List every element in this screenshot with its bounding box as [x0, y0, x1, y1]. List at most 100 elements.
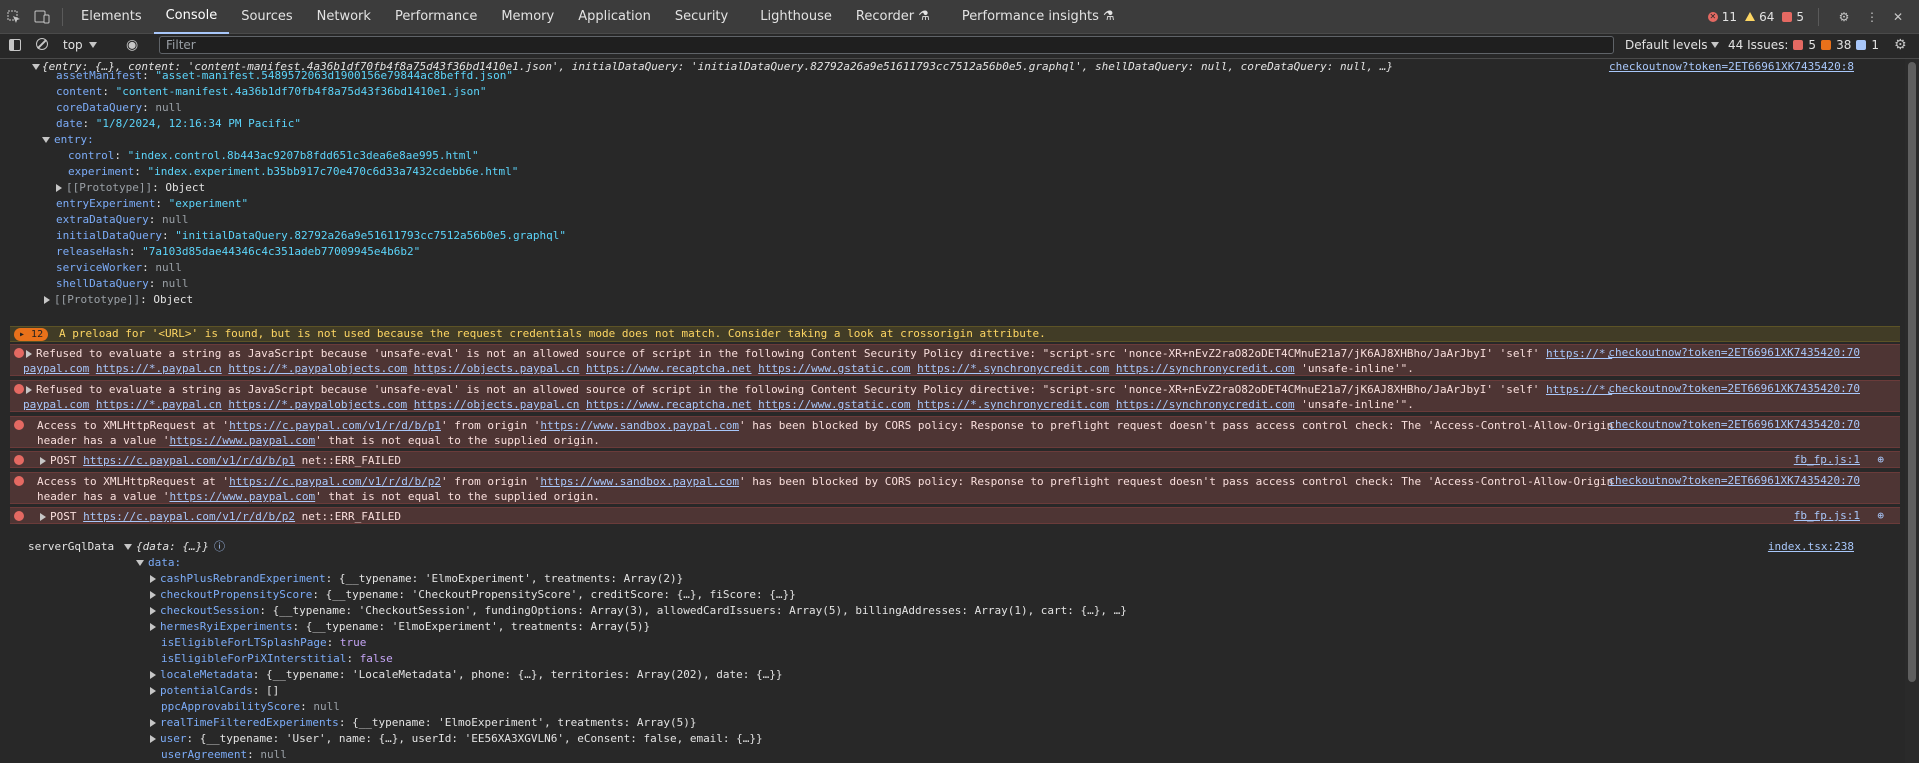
console-settings-gear-icon[interactable]: ⚙	[1894, 37, 1907, 53]
context-selector[interactable]: top	[63, 38, 101, 52]
warning-counter[interactable]: 64	[1745, 10, 1774, 24]
collapsed-triangle-icon[interactable]	[56, 184, 62, 192]
issues-summary[interactable]: 44 Issues: 5 38 1	[1728, 38, 1879, 52]
network-error-row[interactable]: POST https://c.paypal.com/v1/r/d/b/p1 ne…	[10, 451, 1900, 468]
expanded-triangle-icon[interactable]	[42, 137, 50, 143]
prototype-row[interactable]: [[Prototype]]: Object	[44, 292, 1919, 308]
cors-origin[interactable]: https://www.sandbox.paypal.com	[540, 419, 739, 432]
source-link[interactable]: checkoutnow?token=2ET66961XK7435420:70	[1608, 382, 1860, 395]
source-link[interactable]: fb_fp.js:1	[1794, 509, 1860, 522]
gql-prop-row[interactable]: hermesRyiExperiments: {__typename: 'Elmo…	[150, 619, 1919, 635]
collapsed-triangle-icon[interactable]	[150, 591, 156, 599]
gql-prop-row[interactable]: checkoutSession: {__typename: 'CheckoutS…	[150, 603, 1919, 619]
collapsed-triangle-icon[interactable]	[150, 735, 156, 743]
cors-origin[interactable]: https://www.sandbox.paypal.com	[540, 475, 739, 488]
expanded-triangle-icon[interactable]	[32, 64, 40, 70]
csp-link[interactable]: paypal.com	[23, 362, 89, 375]
csp-link[interactable]: https://synchronycredit.com	[1116, 362, 1295, 375]
tab-recorder-label: Recorder	[855, 9, 915, 24]
network-panel-icon[interactable]: ⊕	[1877, 509, 1884, 522]
collapsed-triangle-icon[interactable]	[150, 687, 156, 695]
source-link[interactable]: fb_fp.js:1	[1794, 453, 1860, 466]
csp-link[interactable]: https://www.gstatic.com	[758, 362, 910, 375]
log-levels-dropdown[interactable]: Default levels	[1625, 38, 1723, 52]
csp-link[interactable]: https://*.paypalobjects.com	[228, 362, 407, 375]
cors-url[interactable]: https://www.paypal.com	[169, 434, 315, 447]
cors-url[interactable]: https://c.paypal.com/v1/r/d/b/p2	[229, 475, 441, 488]
tab-recorder[interactable]: Recorder ⚗	[844, 0, 942, 34]
cors-url[interactable]: https://www.paypal.com	[169, 490, 315, 503]
gql-prop-row[interactable]: localeMetadata: {__typename: 'LocaleMeta…	[150, 667, 1919, 683]
csp-link[interactable]: https://synchronycredit.com	[1116, 398, 1295, 411]
expanded-triangle-icon[interactable]	[136, 560, 144, 566]
collapsed-triangle-icon[interactable]	[150, 575, 156, 583]
csp-link[interactable]: https://*.paypal.cn	[96, 398, 222, 411]
entry-row[interactable]: entry:	[42, 132, 1919, 148]
colon: :	[247, 748, 261, 761]
source-link[interactable]: checkoutnow?token=2ET66961XK7435420:70	[1608, 346, 1860, 359]
prop-value: "7a103d85dae44346c4c351adeb77009945e4b6b…	[142, 245, 421, 258]
source-link[interactable]: checkoutnow?token=2ET66961XK7435420:70	[1608, 474, 1860, 487]
cors-url[interactable]: https://c.paypal.com/v1/r/d/b/p1	[229, 419, 441, 432]
tab-performance-insights[interactable]: Performance insights ⚗	[950, 0, 1127, 34]
device-toolbar-icon[interactable]	[28, 0, 56, 34]
collapsed-triangle-icon[interactable]	[150, 607, 156, 615]
collapsed-triangle-icon[interactable]	[44, 296, 50, 304]
csp-link[interactable]: https://www.recaptcha.net	[586, 362, 752, 375]
gql-prop-row[interactable]: user: {__typename: 'User', name: {…}, us…	[150, 731, 1919, 747]
post-url[interactable]: https://c.paypal.com/v1/r/d/b/p2	[83, 510, 295, 523]
csp-link[interactable]: https://*.paypal.cn	[96, 362, 222, 375]
tab-console[interactable]: Console	[153, 0, 230, 34]
collapsed-triangle-icon[interactable]	[150, 671, 156, 679]
csp-link[interactable]: https://*.synchronycredit.com	[917, 362, 1109, 375]
tab-lighthouse[interactable]: Lighthouse	[748, 0, 844, 34]
gql-prop-row[interactable]: checkoutPropensityScore: {__typename: 'C…	[150, 587, 1919, 603]
csp-link[interactable]: https://www.gstatic.com	[758, 398, 910, 411]
status-counters: ✕ 11 64 5 ⚙ ⋮ ✕	[1707, 0, 1919, 34]
close-icon[interactable]: ✕	[1889, 0, 1907, 34]
prototype-row[interactable]: [[Prototype]]: Object	[56, 180, 1919, 196]
network-error-row[interactable]: POST https://c.paypal.com/v1/r/d/b/p2 ne…	[10, 507, 1900, 524]
csp-link[interactable]: https://*.paypalobjects.com	[228, 398, 407, 411]
live-expression-eye-icon[interactable]: ◉	[126, 37, 138, 53]
error-counter[interactable]: ✕ 11	[1707, 10, 1737, 24]
collapsed-triangle-icon[interactable]	[26, 386, 32, 394]
tab-elements[interactable]: Elements	[69, 0, 154, 34]
tab-security[interactable]: Security	[663, 0, 740, 34]
csp-link[interactable]: paypal.com	[23, 398, 89, 411]
tab-sources[interactable]: Sources	[229, 0, 304, 34]
tab-memory[interactable]: Memory	[489, 0, 566, 34]
tab-network[interactable]: Network	[305, 0, 383, 34]
collapsed-triangle-icon[interactable]	[40, 513, 46, 521]
network-panel-icon[interactable]: ⊕	[1877, 453, 1884, 466]
gql-prop-row[interactable]: potentialCards: []	[150, 683, 1919, 699]
scrollbar-thumb[interactable]	[1908, 62, 1916, 682]
gql-prop-row[interactable]: cashPlusRebrandExperiment: {__typename: …	[150, 571, 1919, 587]
expanded-triangle-icon[interactable]	[124, 544, 132, 550]
csp-link[interactable]: https://*.	[1546, 383, 1612, 396]
csp-link[interactable]: https://objects.paypal.cn	[414, 362, 580, 375]
more-options-icon[interactable]: ⋮	[1863, 0, 1881, 34]
settings-gear-icon[interactable]: ⚙	[1833, 0, 1855, 34]
clear-console-icon[interactable]	[36, 38, 48, 50]
gql-prop-row[interactable]: realTimeFilteredExperiments: {__typename…	[150, 715, 1919, 731]
issues-counter[interactable]: 5	[1782, 10, 1804, 24]
source-link[interactable]: index.tsx:238	[1768, 539, 1854, 555]
inspect-element-icon[interactable]	[0, 0, 28, 34]
csp-link[interactable]: https://*.synchronycredit.com	[917, 398, 1109, 411]
log-row[interactable]: serverGqlData {data: {…}} ⓘ index.tsx:23…	[0, 539, 1904, 555]
collapsed-triangle-icon[interactable]	[150, 719, 156, 727]
collapsed-triangle-icon[interactable]	[150, 623, 156, 631]
data-row[interactable]: data:	[136, 555, 1919, 571]
tab-application[interactable]: Application	[566, 0, 663, 34]
post-url[interactable]: https://c.paypal.com/v1/r/d/b/p1	[83, 454, 295, 467]
collapsed-triangle-icon[interactable]	[40, 457, 46, 465]
sidebar-toggle-icon[interactable]	[9, 39, 21, 51]
csp-link[interactable]: https://*.	[1546, 347, 1612, 360]
tab-performance[interactable]: Performance	[383, 0, 489, 34]
csp-link[interactable]: https://www.recaptcha.net	[586, 398, 752, 411]
source-link[interactable]: checkoutnow?token=2ET66961XK7435420:70	[1608, 418, 1860, 431]
collapsed-triangle-icon[interactable]	[26, 350, 32, 358]
csp-link[interactable]: https://objects.paypal.cn	[414, 398, 580, 411]
filter-input[interactable]: Filter	[159, 36, 1614, 54]
